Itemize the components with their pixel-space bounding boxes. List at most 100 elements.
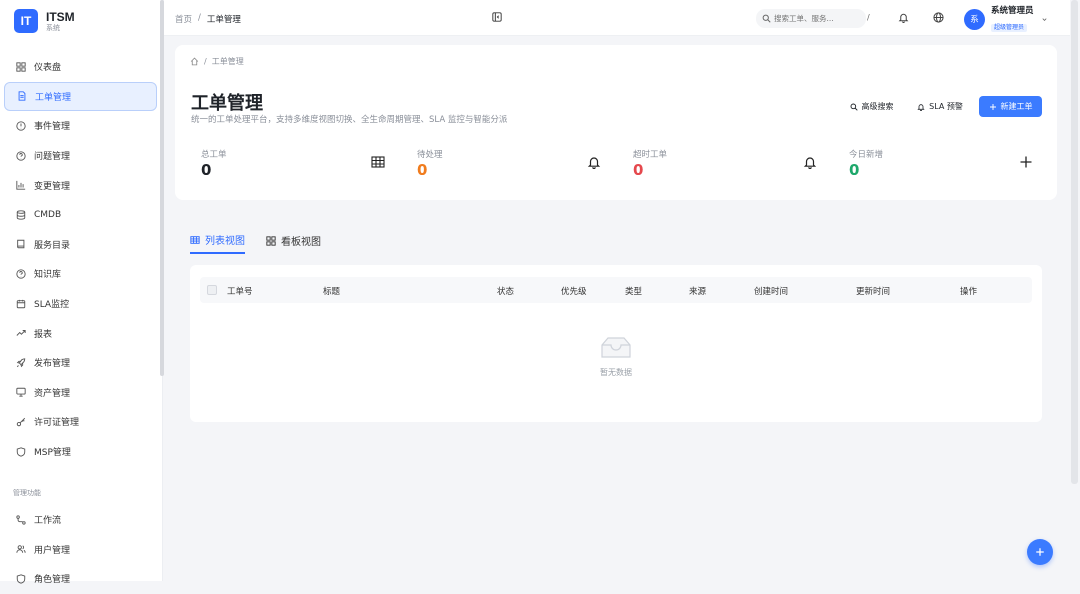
stat-card-overdue[interactable]: 超时工单 0 [621, 143, 829, 189]
table-icon [371, 156, 385, 168]
dashboard-icon [16, 62, 26, 72]
column-header[interactable]: 更新时间 [856, 285, 890, 297]
sidebar-scrollbar[interactable] [160, 0, 164, 376]
column-header[interactable]: 创建时间 [754, 285, 788, 297]
sidebar-item-label: 用户管理 [34, 545, 71, 556]
sidebar-item-label: 角色管理 [34, 575, 71, 586]
shield-icon [16, 574, 26, 584]
sidebar-item-catalog[interactable]: 服务目录 [4, 230, 157, 260]
logo-badge: IT [14, 9, 38, 33]
workflow-icon [16, 515, 26, 525]
chevron-down-icon [1041, 18, 1047, 21]
stat-card-total[interactable]: 总工单 0 [189, 143, 397, 189]
global-search[interactable] [756, 9, 866, 28]
sidebar-item-msp[interactable]: MSP管理 [4, 437, 157, 467]
sidebar-item-label: 仪表盘 [34, 63, 62, 74]
breadcrumb-current: 工单管理 [211, 57, 244, 66]
sidebar-item-licenses[interactable]: 许可证管理 [4, 407, 157, 437]
stat-label: 超时工单 [633, 150, 668, 160]
sidebar-item-assets[interactable]: 资产管理 [4, 378, 157, 408]
calendar-icon [16, 299, 26, 308]
sidebar-item-tickets[interactable]: 工单管理 [4, 81, 157, 112]
database-icon [16, 210, 26, 220]
sidebar-item-cmdb[interactable]: CMDB [4, 200, 157, 230]
search-input[interactable] [774, 14, 862, 23]
sidebar-item-incidents[interactable]: 事件管理 [4, 111, 157, 141]
sidebar-item-label: 事件管理 [34, 122, 71, 133]
sidebar-item-label: 工作流 [34, 516, 62, 527]
tab-list-view[interactable]: 列表视图 [190, 227, 245, 254]
sidebar-item-dashboard[interactable]: 仪表盘 [4, 52, 157, 82]
stat-value: 0 [417, 161, 428, 179]
sidebar-nav: 仪表盘 工单管理 事件管理 问题管理 变更管理 CMDB 服务目录 知识库 SL… [4, 52, 157, 466]
sidebar-section-label: 管理功能 [13, 489, 41, 497]
page-scrollbar[interactable] [1071, 0, 1078, 484]
user-menu[interactable]: 系 系统管理员 超级管理员 [964, 7, 1048, 32]
stat-value: 0 [201, 161, 212, 179]
column-header[interactable]: 工单号 [227, 285, 253, 297]
alert-circle-icon [16, 121, 26, 131]
ticket-table: 工单号 标题 状态 优先级 类型 来源 创建时间 更新时间 操作 暂无数据 [190, 265, 1042, 422]
sidebar-item-label: SLA监控 [34, 300, 70, 311]
advanced-search-button[interactable]: 高级搜索 [840, 96, 903, 117]
stats-row: 总工单 0 待处理 0 超时工单 0 今日新增 0 [189, 143, 1045, 189]
breadcrumb-separator: / [204, 57, 207, 66]
empty-inbox-icon [601, 337, 631, 358]
trend-icon [16, 330, 26, 336]
sidebar-item-label: 资产管理 [34, 388, 71, 399]
sidebar-item-label: 许可证管理 [34, 418, 80, 429]
breadcrumb-home[interactable]: 首页 [175, 13, 192, 25]
book-icon [17, 240, 25, 249]
column-header[interactable]: 优先级 [561, 285, 587, 297]
sidebar-item-problems[interactable]: 问题管理 [4, 141, 157, 171]
sidebar-item-roles[interactable]: 角色管理 [4, 564, 157, 594]
app-subtitle: 系统 [46, 23, 60, 32]
bar-chart-icon [16, 181, 26, 190]
stat-card-today[interactable]: 今日新增 0 [837, 143, 1045, 189]
sidebar-item-workflow[interactable]: 工作流 [4, 505, 157, 535]
sla-alert-button[interactable]: SLA 预警 [908, 96, 972, 117]
sidebar-item-label: 发布管理 [34, 359, 71, 370]
sidebar-admin-nav: 工作流 用户管理 角色管理 [4, 505, 157, 594]
sidebar-item-users[interactable]: 用户管理 [4, 535, 157, 565]
sidebar-item-sla[interactable]: SLA监控 [4, 289, 157, 319]
sidebar-item-reports[interactable]: 报表 [4, 318, 157, 348]
sidebar-item-releases[interactable]: 发布管理 [4, 348, 157, 378]
tab-board-view[interactable]: 看板视图 [266, 227, 321, 254]
breadcrumb-separator: / [198, 13, 201, 23]
search-icon [850, 103, 858, 111]
document-icon [18, 91, 26, 102]
page-breadcrumb: / 工单管理 [190, 56, 244, 67]
select-all-checkbox[interactable] [207, 285, 217, 295]
sidebar-item-label: 变更管理 [34, 181, 71, 192]
floating-add-button[interactable] [1027, 539, 1053, 565]
sidebar-item-label: 知识库 [34, 270, 62, 281]
column-header[interactable]: 来源 [689, 285, 706, 297]
bell-icon [917, 103, 925, 111]
table-header: 工单号 标题 状态 优先级 类型 来源 创建时间 更新时间 操作 [200, 277, 1032, 303]
sidebar-item-label: 服务目录 [34, 240, 71, 251]
sidebar-item-changes[interactable]: 变更管理 [4, 170, 157, 200]
question-circle-icon [16, 269, 26, 279]
stat-label: 今日新增 [849, 150, 884, 160]
plus-icon [1036, 548, 1044, 556]
column-header[interactable]: 类型 [625, 285, 642, 297]
sidebar-collapse-icon[interactable] [492, 12, 502, 22]
monitor-icon [16, 388, 26, 397]
view-tabs: 列表视图 看板视图 [190, 227, 342, 255]
column-header[interactable]: 状态 [497, 285, 514, 297]
new-ticket-button[interactable]: 新建工单 [979, 96, 1042, 117]
home-icon[interactable] [190, 57, 199, 66]
notification-bell-icon[interactable] [898, 12, 909, 23]
stat-card-pending[interactable]: 待处理 0 [405, 143, 613, 189]
column-header: 操作 [960, 287, 978, 297]
app-title: ITSM [46, 9, 75, 24]
sidebar-item-label: CMDB [34, 209, 62, 220]
sidebar-item-knowledge[interactable]: 知识库 [4, 259, 157, 289]
search-shortcut-hint: / [867, 13, 870, 22]
sidebar-item-label: 问题管理 [34, 152, 71, 163]
rocket-icon [16, 358, 26, 367]
language-globe-icon[interactable] [933, 12, 944, 23]
app-logo[interactable]: IT ITSM 系统 [14, 9, 75, 33]
column-header[interactable]: 标题 [323, 285, 340, 297]
